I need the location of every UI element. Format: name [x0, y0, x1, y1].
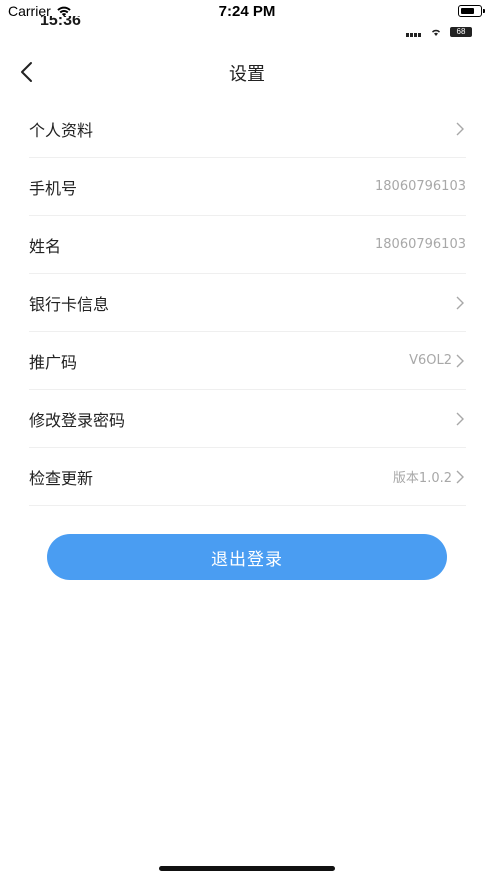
- home-indicator[interactable]: [159, 866, 335, 871]
- settings-item-label: 银行卡信息: [29, 294, 110, 314]
- wifi-icon: [432, 29, 440, 36]
- settings-item-profile[interactable]: 个人资料: [29, 100, 466, 158]
- settings-item-promo-code[interactable]: 推广码 V6OL2: [29, 332, 466, 390]
- settings-item-name[interactable]: 姓名 18060796103: [29, 216, 466, 274]
- settings-screen: Carrier 7:24 PM 15:36 68 设置 个人资料 手机号 180…: [0, 0, 494, 880]
- settings-item-label: 姓名: [29, 236, 62, 256]
- settings-item-right: [452, 121, 466, 137]
- chevron-right-icon: [456, 470, 464, 483]
- settings-item-label: 手机号: [29, 178, 78, 198]
- settings-item-label: 推广码: [29, 352, 78, 372]
- embedded-battery-icon: 68: [450, 26, 472, 37]
- embedded-status-icons: 68: [406, 22, 472, 41]
- settings-item-right: 18060796103: [375, 237, 466, 252]
- settings-item-right: 18060796103: [375, 179, 466, 194]
- settings-item-label: 检查更新: [29, 468, 94, 488]
- chevron-right-icon: [456, 354, 464, 367]
- settings-item-value: V6OL2: [409, 353, 452, 368]
- settings-item-change-password[interactable]: 修改登录密码: [29, 390, 466, 448]
- settings-item-phone[interactable]: 手机号 18060796103: [29, 158, 466, 216]
- settings-item-bank-card[interactable]: 银行卡信息: [29, 274, 466, 332]
- embedded-status-time: 15:36: [40, 16, 81, 29]
- chevron-right-icon: [456, 412, 464, 425]
- settings-item-check-update[interactable]: 检查更新 版本1.0.2: [29, 448, 466, 506]
- chevron-right-icon: [456, 122, 464, 135]
- settings-item-value: 版本1.0.2: [392, 471, 452, 486]
- settings-item-value: 18060796103: [375, 237, 466, 252]
- settings-item-right: [452, 411, 466, 427]
- settings-item-right: [452, 295, 466, 311]
- settings-list: 个人资料 手机号 18060796103 姓名 18060796103 银行卡信…: [29, 100, 466, 506]
- navigation-bar: 设置: [0, 44, 494, 100]
- logout-button[interactable]: 退出登录: [47, 534, 447, 580]
- settings-item-right: V6OL2: [409, 353, 466, 369]
- settings-item-value: 18060796103: [375, 179, 466, 194]
- battery-icon: [458, 5, 485, 17]
- page-title: 设置: [229, 64, 265, 85]
- signal-icon: [406, 22, 422, 41]
- settings-item-label: 个人资料: [29, 120, 94, 140]
- chevron-right-icon: [456, 296, 464, 309]
- settings-item-label: 修改登录密码: [29, 410, 126, 430]
- settings-item-right: 版本1.0.2: [393, 467, 466, 486]
